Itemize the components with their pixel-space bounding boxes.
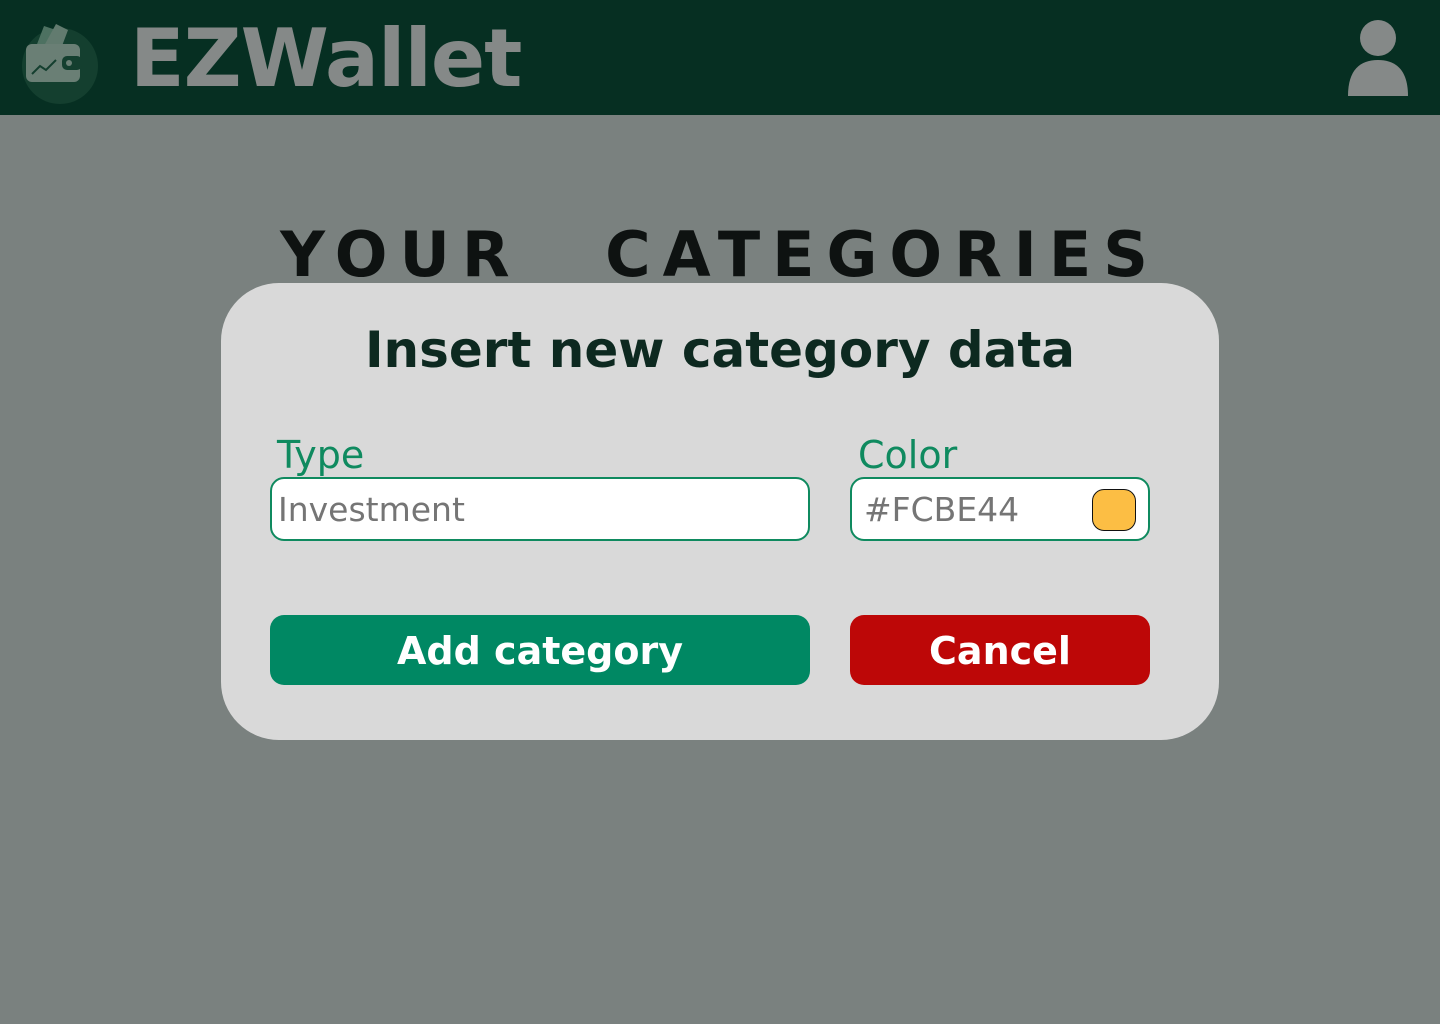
type-input[interactable] — [272, 479, 808, 539]
type-field-container — [270, 477, 810, 541]
color-field-container — [850, 477, 1150, 541]
color-swatch-picker[interactable] — [1092, 489, 1136, 531]
new-category-dialog: Insert new category data Type Color Add … — [221, 283, 1219, 740]
cancel-button[interactable]: Cancel — [850, 615, 1150, 685]
type-label: Type — [277, 433, 365, 477]
color-input[interactable] — [852, 479, 1072, 539]
app-page: EZWallet YOUR CATEGORIES Insert new cate… — [0, 0, 1440, 1024]
add-category-button[interactable]: Add category — [270, 615, 810, 685]
color-label: Color — [858, 433, 958, 477]
dialog-title: Insert new category data — [364, 321, 1076, 379]
